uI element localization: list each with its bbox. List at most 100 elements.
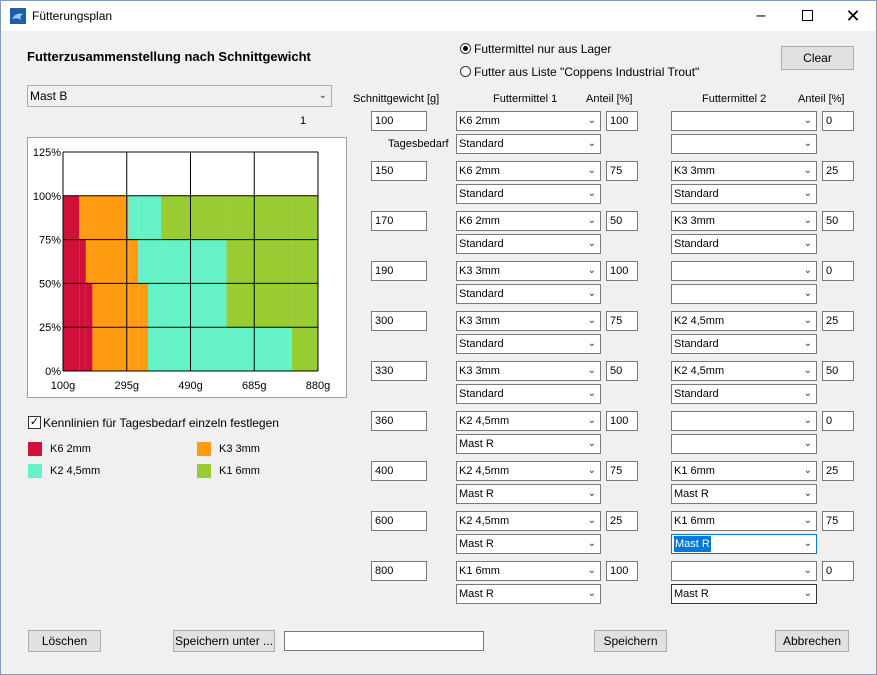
share2-input[interactable]: 25 <box>822 461 854 481</box>
feed1-select[interactable]: K2 4,5mm ⌄ <box>456 411 601 431</box>
feed1-select[interactable]: K2 4,5mm ⌄ <box>456 461 601 481</box>
minimize-button[interactable]: – <box>738 1 784 31</box>
weight-input[interactable]: 300 <box>371 311 427 331</box>
ration1-select[interactable]: Standard ⌄ <box>456 334 601 354</box>
ration1-select[interactable]: Standard ⌄ <box>456 184 601 204</box>
ration1-select[interactable]: Mast R ⌄ <box>456 534 601 554</box>
ration2-select[interactable]: Standard ⌄ <box>671 184 817 204</box>
chevron-down-icon: ⌄ <box>803 538 812 549</box>
weight-input[interactable]: 400 <box>371 461 427 481</box>
loeschen-button[interactable]: Löschen <box>28 630 101 652</box>
ration2-select[interactable]: Standard ⌄ <box>671 384 817 404</box>
chevron-down-icon: ⌄ <box>803 565 812 576</box>
ration1-select[interactable]: Standard ⌄ <box>456 134 601 154</box>
share2-input[interactable]: 50 <box>822 211 854 231</box>
chevron-down-icon: ⌄ <box>587 238 596 249</box>
share2-input[interactable]: 0 <box>822 411 854 431</box>
ration2-select[interactable]: Mast R ⌄ <box>671 484 817 504</box>
feed1-select[interactable]: K2 4,5mm ⌄ <box>456 511 601 531</box>
col-header-share2: Anteil [%] <box>798 93 845 105</box>
feed2-select[interactable]: K3 3mm ⌄ <box>671 211 817 231</box>
weight-input[interactable]: 600 <box>371 511 427 531</box>
mast-select[interactable]: Mast B ⌄ <box>27 85 332 107</box>
share2-input[interactable]: 0 <box>822 561 854 581</box>
radio-lager[interactable] <box>460 43 471 54</box>
share2-input[interactable]: 0 <box>822 111 854 131</box>
share1-input[interactable]: 75 <box>606 311 638 331</box>
share1-input[interactable]: 25 <box>606 511 638 531</box>
clear-button[interactable]: Clear <box>781 46 854 70</box>
share1-input[interactable]: 100 <box>606 261 638 281</box>
abbrechen-button[interactable]: Abbrechen <box>775 630 849 652</box>
chevron-down-icon: ⌄ <box>803 215 812 226</box>
feed2-select[interactable]: K2 4,5mm ⌄ <box>671 311 817 331</box>
share1-input[interactable]: 100 <box>606 561 638 581</box>
ration2-select[interactable]: Standard ⌄ <box>671 334 817 354</box>
share2-input[interactable]: 0 <box>822 261 854 281</box>
ration2-select[interactable]: ⌄ <box>671 434 817 454</box>
feed2-select[interactable]: ⌄ <box>671 261 817 281</box>
kennlinien-checkbox[interactable]: ✓ <box>28 416 41 429</box>
weight-input[interactable]: 170 <box>371 211 427 231</box>
feed1-select[interactable]: K3 3mm ⌄ <box>456 311 601 331</box>
close-button[interactable]: ✕ <box>830 1 876 31</box>
share2-input[interactable]: 25 <box>822 161 854 181</box>
feed2-select[interactable]: K1 6mm ⌄ <box>671 461 817 481</box>
share1-input[interactable]: 50 <box>606 361 638 381</box>
speichern-unter-button[interactable]: Speichern unter ... <box>173 630 275 652</box>
share1-input[interactable]: 50 <box>606 211 638 231</box>
page-number: 1 <box>300 115 307 127</box>
ration1-select[interactable]: Standard ⌄ <box>456 234 601 254</box>
weight-input[interactable]: 150 <box>371 161 427 181</box>
ration2-select[interactable]: ⌄ <box>671 284 817 304</box>
feed1-select[interactable]: K6 2mm ⌄ <box>456 161 601 181</box>
ration1-select[interactable]: Standard ⌄ <box>456 284 601 304</box>
chevron-down-icon: ⌄ <box>803 115 812 126</box>
feed2-select[interactable]: K2 4,5mm ⌄ <box>671 361 817 381</box>
share2-input[interactable]: 25 <box>822 311 854 331</box>
share1-input[interactable]: 75 <box>606 461 638 481</box>
weight-input[interactable]: 360 <box>371 411 427 431</box>
feed1-select[interactable]: K3 3mm ⌄ <box>456 261 601 281</box>
feed2-select-value: K1 6mm <box>674 465 715 477</box>
feed1-select[interactable]: K1 6mm ⌄ <box>456 561 601 581</box>
feed2-select[interactable]: K3 3mm ⌄ <box>671 161 817 181</box>
ration1-select[interactable]: Mast R ⌄ <box>456 484 601 504</box>
speichern-button[interactable]: Speichern <box>594 630 667 652</box>
share2-input[interactable]: 50 <box>822 361 854 381</box>
weight-input[interactable]: 100 <box>371 111 427 131</box>
ration1-select[interactable]: Standard ⌄ <box>456 384 601 404</box>
ration1-select[interactable]: Mast R ⌄ <box>456 434 601 454</box>
ration2-select[interactable]: Mast R ⌄ <box>671 584 817 604</box>
filename-input[interactable] <box>284 631 484 651</box>
legend-label-k6: K6 2mm <box>50 443 91 455</box>
ration1-select-value: Mast R <box>459 488 494 500</box>
feed1-select[interactable]: K6 2mm ⌄ <box>456 111 601 131</box>
chevron-down-icon: ⌄ <box>803 288 812 299</box>
share1-input[interactable]: 100 <box>606 111 638 131</box>
ration2-select[interactable]: ⌄ <box>671 134 817 154</box>
chevron-down-icon: ⌄ <box>803 588 812 599</box>
feed2-select[interactable]: ⌄ <box>671 111 817 131</box>
radio-liste[interactable] <box>460 66 471 77</box>
feed1-select[interactable]: K3 3mm ⌄ <box>456 361 601 381</box>
feed1-select[interactable]: K6 2mm ⌄ <box>456 211 601 231</box>
weight-input[interactable]: 190 <box>371 261 427 281</box>
weight-input[interactable]: 800 <box>371 561 427 581</box>
feed2-select[interactable]: ⌄ <box>671 411 817 431</box>
feed2-select[interactable]: ⌄ <box>671 561 817 581</box>
feed2-select-value: K3 3mm <box>674 165 715 177</box>
area-segment <box>79 239 86 371</box>
share2-input[interactable]: 75 <box>822 511 854 531</box>
share1-input[interactable]: 75 <box>606 161 638 181</box>
ration1-select[interactable]: Mast R ⌄ <box>456 584 601 604</box>
col-header-weight: Schnittgewicht [g] <box>353 93 440 105</box>
maximize-button[interactable] <box>784 1 830 31</box>
feed2-select[interactable]: K1 6mm ⌄ <box>671 511 817 531</box>
share1-input[interactable]: 100 <box>606 411 638 431</box>
weight-input[interactable]: 330 <box>371 361 427 381</box>
checkmark-icon: ✓ <box>29 416 40 428</box>
ration2-select[interactable]: Standard ⌄ <box>671 234 817 254</box>
ration2-select[interactable]: Mast R ⌄ <box>671 534 817 554</box>
feed1-select-value: K2 4,5mm <box>459 415 510 427</box>
